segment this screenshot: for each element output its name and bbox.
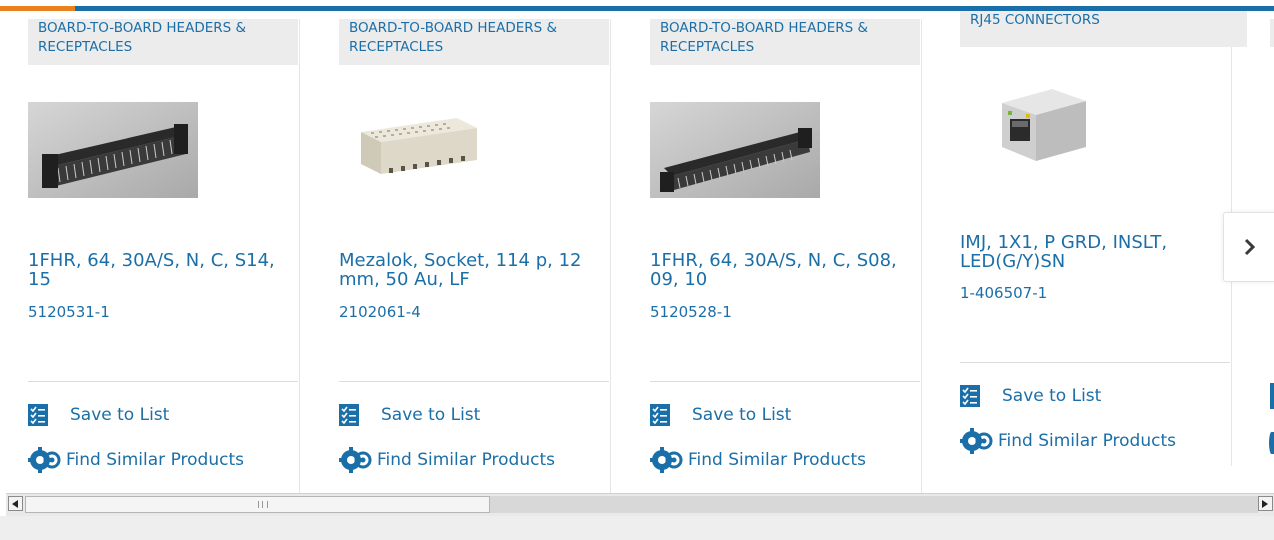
- gears-icon: [960, 428, 993, 454]
- product-image[interactable]: [650, 102, 820, 198]
- part-number-link[interactable]: 5120531-1: [28, 303, 110, 321]
- category-label[interactable]: BOARD-TO-BOARD HEADERS & RECEPTACLES: [339, 19, 609, 65]
- save-to-list-button[interactable]: Save to List: [28, 402, 169, 428]
- part-number-link[interactable]: 5120528-1: [650, 303, 732, 321]
- card-divider: [921, 19, 922, 494]
- right-angle-header-image: [650, 102, 820, 198]
- rj45-jack-image: [982, 81, 1102, 165]
- scrollbar-thumb[interactable]: [25, 496, 490, 513]
- product-title-link[interactable]: 1FHR, 64, 30A/S, N, C, S08, 09, 10: [650, 251, 920, 289]
- chevron-right-icon: [1244, 238, 1256, 256]
- part-number-link[interactable]: 2102061-4: [339, 303, 421, 321]
- find-similar-button[interactable]: Find Similar Products: [28, 447, 244, 473]
- mezzanine-socket-image: [339, 102, 509, 198]
- find-similar-label: Find Similar Products: [688, 450, 866, 470]
- save-to-list-button[interactable]: Save to List: [650, 402, 791, 428]
- carousel-next-button[interactable]: [1223, 212, 1274, 282]
- next-card-save-icon-edge: [1270, 383, 1274, 409]
- checklist-icon: [960, 385, 980, 407]
- save-to-list-label: Save to List: [692, 405, 792, 425]
- card-divider: [610, 19, 611, 494]
- product-card: BOARD-TO-BOARD HEADERS & RECEPTACLES 1FH…: [632, 11, 922, 494]
- product-title-link[interactable]: 1FHR, 64, 30A/S, N, C, S14, 15: [28, 251, 298, 289]
- arrow-right-icon: [1262, 499, 1268, 508]
- find-similar-button[interactable]: Find Similar Products: [650, 447, 866, 473]
- checklist-icon: [650, 404, 670, 426]
- card-actions-divider: [339, 381, 609, 382]
- bottom-panel: [0, 516, 1274, 540]
- product-title-link[interactable]: IMJ, 1X1, P GRD, INSLT, LED(G/Y)SN: [960, 233, 1230, 271]
- find-similar-button[interactable]: Find Similar Products: [960, 428, 1176, 454]
- gears-icon: [650, 447, 683, 473]
- checklist-icon: [339, 404, 359, 426]
- card-actions-divider: [650, 381, 920, 382]
- gears-icon: [339, 447, 372, 473]
- find-similar-label: Find Similar Products: [998, 431, 1176, 451]
- horizontal-scrollbar[interactable]: [6, 493, 1274, 516]
- scroll-right-button[interactable]: [1258, 496, 1273, 511]
- product-image[interactable]: [982, 81, 1102, 165]
- gears-icon: [28, 447, 61, 473]
- next-card-category-edge: [1270, 19, 1274, 47]
- save-to-list-button[interactable]: Save to List: [960, 383, 1101, 409]
- find-similar-label: Find Similar Products: [377, 450, 555, 470]
- find-similar-button[interactable]: Find Similar Products: [339, 447, 555, 473]
- card-divider: [299, 19, 300, 494]
- product-card: RJ45 CONNECTORS IMJ, 1X1, P GRD, INSLT, …: [942, 11, 1247, 481]
- find-similar-label: Find Similar Products: [66, 450, 244, 470]
- scrollbar-grip: [258, 501, 268, 508]
- scrollbar-track[interactable]: [490, 496, 1258, 513]
- arrow-left-icon: [12, 499, 18, 508]
- right-angle-header-image: [28, 102, 198, 198]
- save-to-list-label: Save to List: [1002, 386, 1102, 406]
- category-label[interactable]: RJ45 CONNECTORS: [960, 11, 1247, 47]
- part-number-link[interactable]: 1-406507-1: [960, 284, 1047, 302]
- category-label[interactable]: BOARD-TO-BOARD HEADERS & RECEPTACLES: [28, 19, 298, 65]
- product-carousel: BOARD-TO-BOARD HEADERS & RECEPTACLES 1FH…: [0, 11, 1274, 494]
- card-actions-divider: [28, 381, 298, 382]
- save-to-list-label: Save to List: [70, 405, 170, 425]
- next-card-find-icon-edge: [1269, 432, 1274, 454]
- card-actions-divider: [960, 362, 1230, 363]
- save-to-list-label: Save to List: [381, 405, 481, 425]
- checklist-icon: [28, 404, 48, 426]
- product-title-link[interactable]: Mezalok, Socket, 114 p, 12 mm, 50 Au, LF: [339, 251, 609, 289]
- product-card: BOARD-TO-BOARD HEADERS & RECEPTACLES Mez…: [321, 11, 611, 494]
- product-card: BOARD-TO-BOARD HEADERS & RECEPTACLES 1FH…: [10, 11, 300, 494]
- category-label[interactable]: BOARD-TO-BOARD HEADERS & RECEPTACLES: [650, 19, 920, 65]
- save-to-list-button[interactable]: Save to List: [339, 402, 480, 428]
- product-image[interactable]: [339, 102, 509, 198]
- product-image[interactable]: [28, 102, 198, 198]
- scroll-left-button[interactable]: [8, 496, 23, 511]
